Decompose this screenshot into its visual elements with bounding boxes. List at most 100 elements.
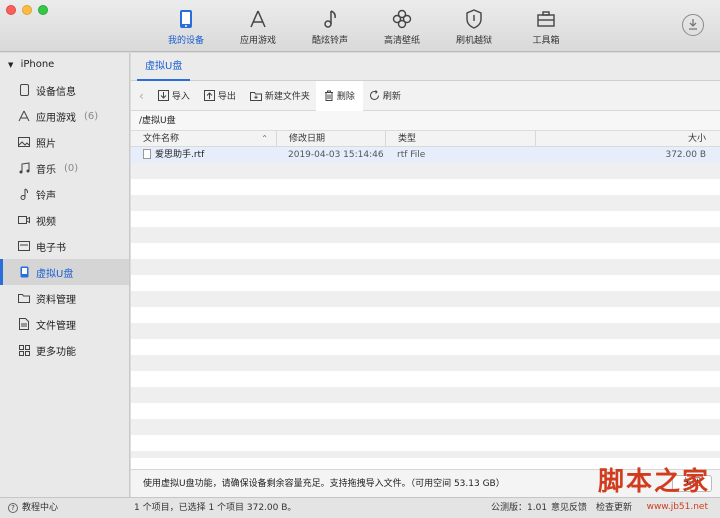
usb-disk-icon (18, 266, 30, 278)
watermark-url: www.jb51.net (646, 502, 708, 512)
import-button[interactable]: 导入 (157, 81, 190, 111)
music-icon (18, 162, 30, 174)
nav-label: 酷炫铃声 (311, 36, 348, 46)
sort-ascending-icon: ⌃ (261, 134, 268, 143)
new-folder-button[interactable]: 新建文件夹 (249, 81, 310, 111)
sidebar-item-videos[interactable]: 视频 (0, 207, 129, 233)
table-row[interactable]: 爱思助手.rtf 2019-04-03 15:14:46 rtf File 37… (131, 147, 720, 163)
help-icon: ? (8, 503, 18, 513)
video-icon (18, 214, 30, 226)
column-label: 文件名称 (143, 134, 180, 144)
sidebar-item-label: 更多功能 (36, 346, 76, 358)
export-icon (203, 90, 215, 101)
main-nav: 我的设备 应用游戏 酷炫铃声 高清壁纸 刷机越狱 工具箱 (150, 8, 582, 46)
nav-flash-jailbreak[interactable]: 刷机越狱 (438, 8, 510, 46)
nav-label: 应用游戏 (239, 36, 276, 46)
sidebar-item-virtual-udisk[interactable]: 虚拟U盘 (0, 259, 129, 285)
sidebar-item-count: (0) (64, 162, 79, 174)
check-update-link[interactable]: 检查更新 (596, 498, 632, 518)
minimize-window-button[interactable] (22, 5, 32, 15)
sidebar-item-file-management[interactable]: 文件管理 (0, 311, 129, 337)
sidebar-item-label: 音乐 (36, 164, 56, 176)
close-window-button[interactable] (6, 5, 16, 15)
file-date: 2019-04-03 15:14:46 (288, 150, 384, 160)
info-text: 使用虚拟U盘功能，请确保设备剩余容量充足。支持拖拽导入文件。（可用空间 53.1… (143, 479, 505, 489)
sidebar-item-count: (6) (84, 110, 99, 122)
nav-toolbox[interactable]: 工具箱 (510, 8, 582, 46)
sidebar-item-label: 照片 (36, 138, 56, 150)
device-header[interactable]: ▼ iPhone (0, 53, 129, 77)
sidebar-item-device-info[interactable]: 设备信息 (0, 77, 129, 103)
photo-icon (18, 136, 30, 148)
app-icon (18, 110, 30, 122)
import-icon (157, 90, 169, 101)
nav-apps[interactable]: 应用游戏 (222, 8, 294, 46)
download-icon (687, 18, 699, 33)
column-header-type[interactable]: 类型 (385, 131, 535, 146)
book-icon (18, 240, 30, 252)
nav-label: 刷机越狱 (455, 36, 492, 46)
sidebar-item-more-features[interactable]: 更多功能 (0, 337, 129, 363)
shield-icon (438, 8, 510, 30)
phone-icon (18, 84, 30, 96)
action-toolbar: ‹ 导入 导出 新建文件夹 删除 刷新 (131, 80, 720, 111)
sidebar-item-label: 资料管理 (36, 294, 76, 306)
nav-ringtones[interactable]: 酷炫铃声 (294, 8, 366, 46)
sidebar-item-label: 应用游戏 (36, 112, 76, 124)
file-icon (18, 318, 30, 330)
toolbox-icon (510, 8, 582, 30)
device-name: iPhone (20, 59, 55, 70)
help-label: 教程中心 (22, 503, 59, 513)
sidebar-item-photos[interactable]: 照片 (0, 129, 129, 155)
main-panel: 虚拟U盘 ‹ 导入 导出 新建文件夹 删除 刷新 /虚拟U盘 文件名称 ⌃ 修改… (131, 53, 720, 497)
tab-virtual-udisk[interactable]: 虚拟U盘 (137, 53, 191, 81)
feedback-link[interactable]: 意见反馈 (551, 498, 587, 518)
music-note-icon (294, 8, 366, 30)
maximize-window-button[interactable] (38, 5, 48, 15)
sidebar-item-apps[interactable]: 应用游戏 (6) (0, 103, 129, 129)
nav-label: 高清壁纸 (383, 36, 420, 46)
version-label: 公测版：1.01 (491, 503, 548, 513)
app-store-icon (222, 8, 294, 30)
collapse-triangle-icon: ▼ (8, 61, 14, 69)
refresh-button[interactable]: 刷新 (369, 81, 401, 111)
sidebar-item-label: 虚拟U盘 (36, 268, 74, 280)
top-toolbar: 我的设备 应用游戏 酷炫铃声 高清壁纸 刷机越狱 工具箱 (0, 0, 720, 52)
download-button[interactable] (682, 14, 704, 36)
column-header-date[interactable]: 修改日期 (276, 131, 385, 146)
new-folder-icon (249, 91, 262, 101)
sidebar-item-data-management[interactable]: 资料管理 (0, 285, 129, 311)
nav-wallpapers[interactable]: 高清壁纸 (366, 8, 438, 46)
phone-icon (150, 8, 222, 30)
file-size: 372.00 B (665, 150, 706, 160)
ringtone-icon (18, 188, 30, 200)
export-button[interactable]: 导出 (203, 81, 236, 111)
flower-icon (366, 8, 438, 30)
back-button[interactable]: ‹ (139, 81, 144, 111)
tutorial-center-link[interactable]: ? 教程中心 (8, 498, 58, 518)
file-type: rtf File (397, 150, 426, 160)
watermark-logo: 脚本之家 (597, 467, 710, 497)
tab-bar: 虚拟U盘 (131, 53, 720, 81)
sidebar-item-label: 视频 (36, 216, 56, 228)
chevron-left-icon: ‹ (139, 88, 144, 103)
nav-my-device[interactable]: 我的设备 (150, 8, 222, 46)
trash-icon (324, 90, 334, 101)
sidebar-item-ringtones[interactable]: 铃声 (0, 181, 129, 207)
selection-info: 1 个项目，已选择 1 个项目 372.00 B。 (134, 503, 297, 513)
table-header: 文件名称 ⌃ 修改日期 类型 大小 (131, 131, 720, 147)
folder-icon (18, 292, 30, 304)
column-header-size[interactable]: 大小 (535, 131, 720, 146)
sidebar-item-ebooks[interactable]: 电子书 (0, 233, 129, 259)
sidebar-item-label: 电子书 (36, 242, 66, 254)
nav-label: 工具箱 (532, 36, 560, 46)
file-name-cell: 爱思助手.rtf (131, 147, 276, 163)
file-list: 爱思助手.rtf 2019-04-03 15:14:46 rtf File 37… (131, 147, 720, 458)
nav-label: 我的设备 (167, 36, 204, 46)
window-controls (6, 5, 48, 15)
sidebar-item-music[interactable]: 音乐 (0) (0, 155, 129, 181)
delete-button[interactable]: 删除 (315, 80, 363, 111)
column-header-name[interactable]: 文件名称 ⌃ (131, 131, 276, 146)
refresh-icon (369, 90, 380, 101)
export-label: 导出 (217, 92, 236, 102)
